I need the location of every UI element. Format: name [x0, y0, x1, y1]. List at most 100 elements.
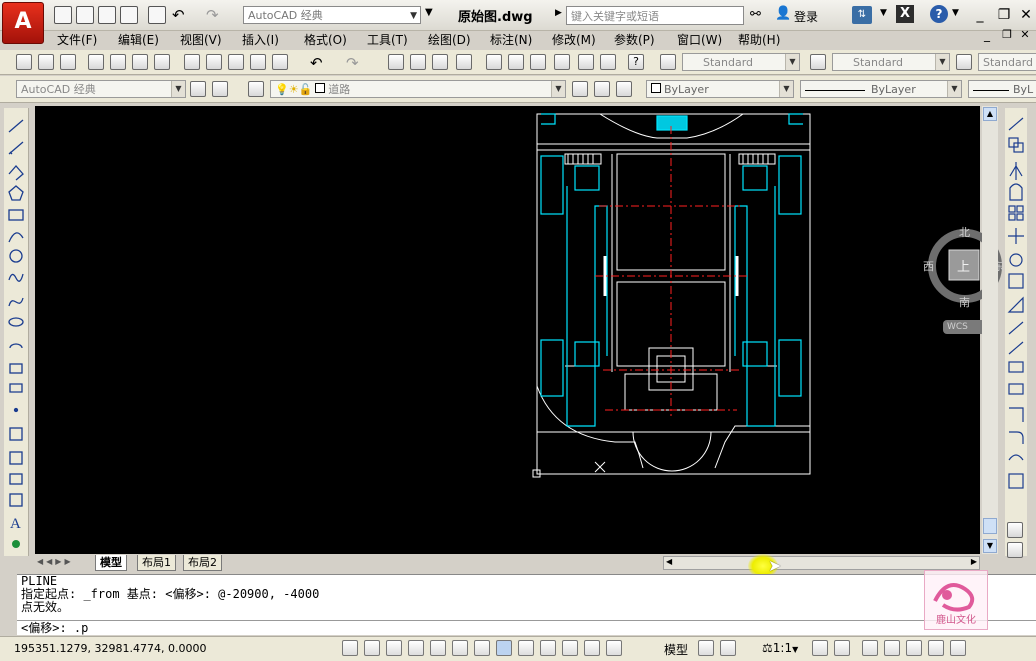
dynamic-input-icon[interactable] — [518, 640, 534, 656]
save-icon[interactable] — [98, 6, 116, 24]
pan-icon[interactable] — [388, 54, 404, 70]
print-icon[interactable] — [148, 6, 166, 24]
doc-close-icon[interactable]: ✕ — [1018, 28, 1032, 42]
menu-draw[interactable]: 绘图(D) — [428, 31, 471, 48]
open-icon[interactable] — [38, 54, 54, 70]
markup-icon[interactable] — [578, 54, 594, 70]
doc-minimize-icon[interactable]: _ — [980, 28, 994, 42]
viewcube-top-label[interactable]: 上 — [957, 256, 970, 275]
publish-icon[interactable] — [132, 54, 148, 70]
tab-layout2[interactable]: 布局2 — [183, 555, 222, 571]
toolbar-lock-icon[interactable] — [884, 640, 900, 656]
command-history[interactable]: PLINE 指定起点: _from 基点: <偏移>: @-20900, -40… — [17, 574, 1036, 620]
linetype-select[interactable]: ByLayer ▼ — [800, 80, 962, 98]
lineweight-select[interactable]: ByL — [968, 80, 1036, 98]
workspace-select[interactable]: AutoCAD 经典 ▼ — [243, 6, 421, 24]
3d-dwf-icon[interactable] — [154, 54, 170, 70]
workspace-settings-icon[interactable] — [190, 81, 206, 97]
compass-north[interactable]: 北 — [959, 224, 970, 240]
lineweight-toggle-icon[interactable] — [540, 640, 556, 656]
wcs-label[interactable]: WCS — [947, 322, 968, 332]
clean-screen-icon[interactable] — [950, 640, 966, 656]
scroll-left-icon[interactable]: ◀ — [666, 557, 672, 566]
text-style-select[interactable]: Standard ▼ — [682, 53, 800, 71]
selection-cycling-icon[interactable] — [606, 640, 622, 656]
make-current-layer-icon[interactable] — [572, 81, 588, 97]
menu-file[interactable]: 文件(F) — [57, 31, 97, 48]
zoom-window-icon[interactable] — [432, 54, 448, 70]
redo-icon[interactable]: ↷ — [206, 6, 219, 24]
menu-format[interactable]: 格式(O) — [304, 31, 347, 48]
new-file-icon[interactable] — [54, 6, 72, 24]
auto-scale-icon[interactable] — [834, 640, 850, 656]
scroll-thumb[interactable] — [983, 518, 997, 534]
redo-icon[interactable]: ↷ — [346, 54, 359, 72]
zoom-realtime-icon[interactable] — [410, 54, 426, 70]
help-icon[interactable]: ? — [628, 54, 644, 70]
draw-order-icon[interactable] — [1007, 522, 1023, 538]
tool-palettes-icon[interactable] — [530, 54, 546, 70]
new-icon[interactable] — [16, 54, 32, 70]
cut-icon[interactable] — [184, 54, 200, 70]
help-icon[interactable]: ? — [930, 5, 948, 23]
minimize-icon[interactable]: _ — [970, 5, 990, 25]
menu-insert[interactable]: 插入(I) — [242, 31, 279, 48]
dim-style-icon[interactable] — [810, 54, 826, 70]
menu-edit[interactable]: 编辑(E) — [118, 31, 159, 48]
calculator-icon[interactable] — [600, 54, 616, 70]
quick-view-layouts-icon[interactable] — [698, 640, 714, 656]
exchange-icon[interactable]: ⇅ — [852, 6, 872, 24]
properties-icon[interactable] — [486, 54, 502, 70]
open-folder-icon[interactable] — [76, 6, 94, 24]
infer-constraints-icon[interactable] — [342, 640, 358, 656]
vertical-scrollbar[interactable]: ▲ ▼ — [982, 106, 998, 554]
drawing-canvas[interactable]: 北 南 东 西 上 WCS — [35, 106, 1004, 554]
menu-modify[interactable]: 修改(M) — [552, 31, 596, 48]
compass-west[interactable]: 西 — [923, 258, 934, 274]
autodesk-x-icon[interactable]: X — [896, 5, 914, 23]
viewcube[interactable]: 北 南 东 西 上 WCS — [923, 224, 1015, 338]
login-link[interactable]: 登录 — [794, 8, 818, 25]
save-icon[interactable] — [60, 54, 76, 70]
quick-properties-icon[interactable] — [584, 640, 600, 656]
isolate-objects-icon[interactable] — [928, 640, 944, 656]
polar-tracking-icon[interactable] — [430, 640, 446, 656]
chevron-down-icon[interactable]: ▼ — [952, 8, 959, 18]
table-style-select[interactable]: Standard — [978, 53, 1036, 71]
tab-navigation-arrows-icon[interactable]: ◀◀▶▶ — [37, 557, 74, 566]
match-properties-icon[interactable] — [250, 54, 266, 70]
undo-icon[interactable]: ↶ — [172, 6, 185, 24]
play-arrow-icon[interactable]: ▶ — [555, 8, 562, 18]
table-style-icon[interactable] — [956, 54, 972, 70]
restore-icon[interactable]: ❐ — [994, 5, 1014, 25]
layer-states-icon[interactable] — [616, 81, 632, 97]
annotation-visibility-icon[interactable] — [812, 640, 828, 656]
grid-display-icon[interactable] — [386, 640, 402, 656]
save-as-icon[interactable] — [120, 6, 138, 24]
menu-help[interactable]: 帮助(H) — [738, 31, 780, 48]
object-snap-tracking-icon[interactable] — [474, 640, 490, 656]
paste-icon[interactable] — [228, 54, 244, 70]
tab-layout1[interactable]: 布局1 — [137, 555, 176, 571]
annotation-scale[interactable]: ⚖1:1▼ — [762, 641, 798, 655]
scroll-down-icon[interactable]: ▼ — [983, 539, 997, 553]
draw-order-tools[interactable] — [1005, 520, 1027, 560]
search-input[interactable]: 键入关键字或短语 — [566, 6, 744, 25]
horizontal-scrollbar[interactable]: ◀ ▶ — [663, 556, 980, 570]
plot-preview-icon[interactable] — [110, 54, 126, 70]
workspace-switching-icon[interactable] — [862, 640, 878, 656]
chevron-down-icon[interactable]: ▼ — [425, 7, 433, 18]
snap-mode-icon[interactable] — [364, 640, 380, 656]
menu-parametric[interactable]: 参数(P) — [614, 31, 655, 48]
binoculars-icon[interactable]: ⚯ — [750, 7, 761, 22]
quick-view-drawings-icon[interactable] — [720, 640, 736, 656]
menu-view[interactable]: 视图(V) — [180, 31, 222, 48]
object-snap-icon[interactable] — [452, 640, 468, 656]
block-editor-icon[interactable] — [272, 54, 288, 70]
plot-icon[interactable] — [88, 54, 104, 70]
coordinate-readout[interactable]: 195351.1279, 32981.4774, 0.0000 — [14, 642, 206, 655]
bring-front-icon[interactable] — [1007, 542, 1023, 558]
design-center-icon[interactable] — [508, 54, 524, 70]
zoom-previous-icon[interactable] — [456, 54, 472, 70]
doc-restore-icon[interactable]: ❐ — [1000, 28, 1014, 42]
